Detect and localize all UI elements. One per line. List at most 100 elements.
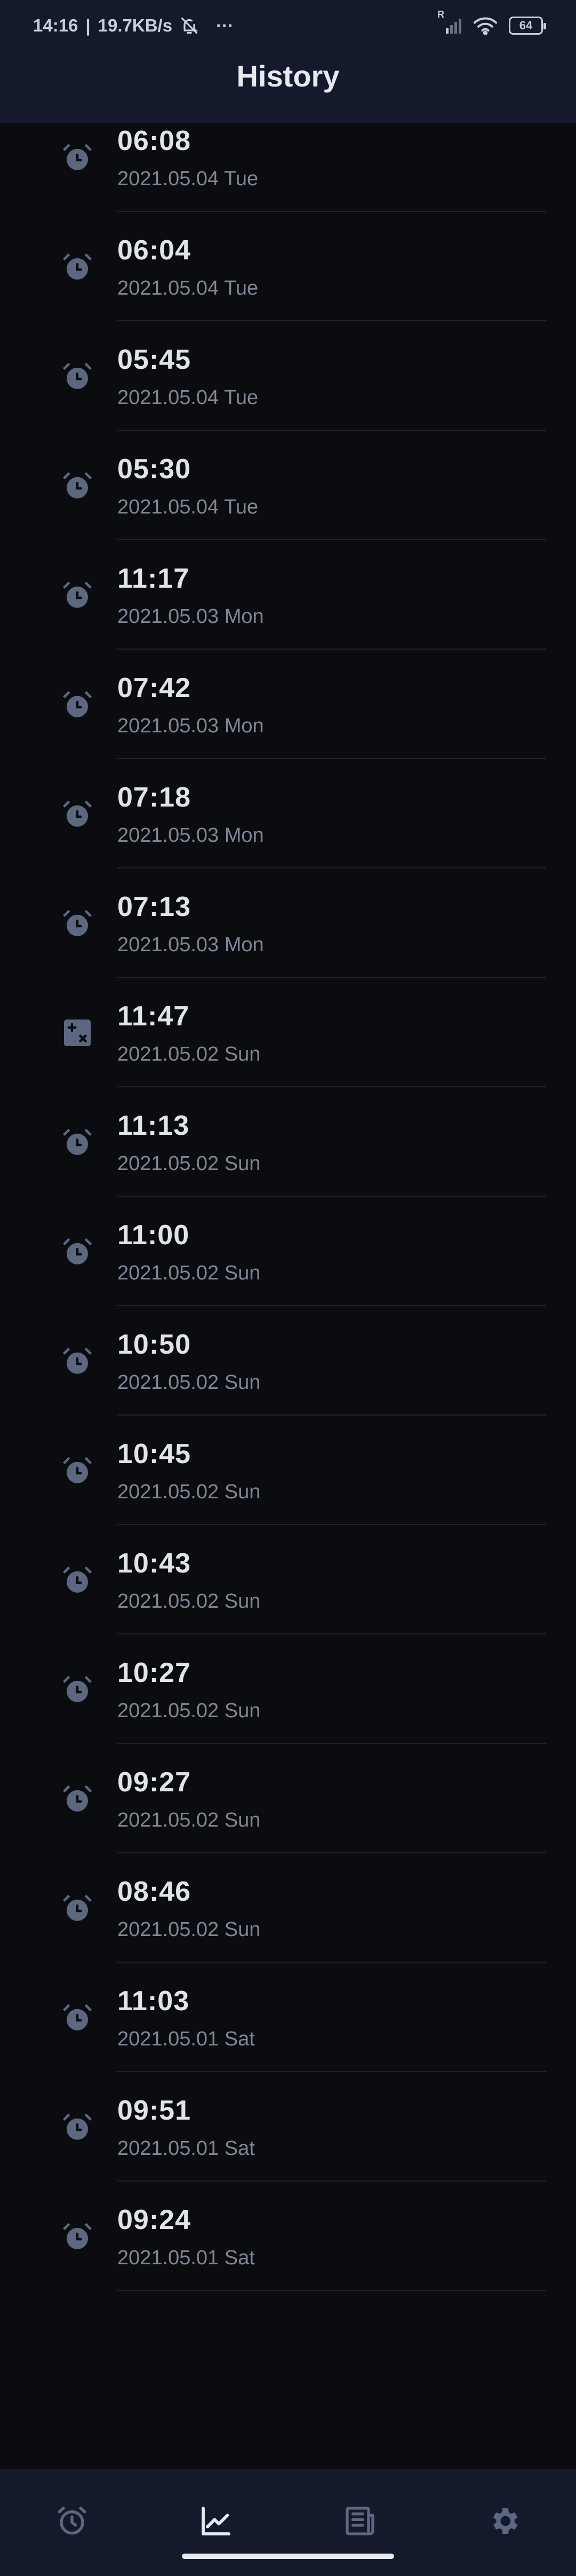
history-item[interactable]: 05:45 2021.05.04 Tue (0, 321, 576, 431)
history-item[interactable]: 08:46 2021.05.02 Sun (0, 1853, 576, 1963)
top-bar: 14:16 | 19.7KB/s ··· R 64 History (0, 0, 576, 123)
status-right: R 64 (437, 9, 546, 35)
battery-icon: 64 (509, 17, 546, 35)
history-item[interactable]: 09:27 2021.05.02 Sun (0, 1744, 576, 1853)
history-time: 10:43 (117, 1548, 191, 1579)
alarm-clock-icon (61, 1892, 93, 1924)
alarm-clock-icon (61, 360, 93, 392)
status-separator: | (85, 15, 91, 35)
history-item[interactable]: 10:27 2021.05.02 Sun (0, 1634, 576, 1744)
alarm-clock-icon (61, 251, 93, 283)
alarm-clock-icon (61, 1345, 93, 1377)
history-item[interactable]: 07:42 2021.05.03 Mon (0, 650, 576, 759)
alarm-clock-icon (55, 2504, 89, 2538)
history-date: 2021.05.02 Sun (117, 1262, 261, 1284)
history-time: 09:27 (117, 1767, 191, 1798)
alarm-clock-icon (61, 1673, 93, 1705)
history-date: 2021.05.02 Sun (117, 1481, 261, 1503)
alarm-clock-icon (61, 2221, 93, 2253)
history-item[interactable]: 10:45 2021.05.02 Sun (0, 1416, 576, 1525)
nav-alarm-button[interactable] (0, 2481, 144, 2561)
history-item[interactable]: 07:13 2021.05.03 Mon (0, 868, 576, 978)
history-time: 10:45 (117, 1439, 191, 1469)
trend-chart-icon (199, 2504, 233, 2538)
history-date: 2021.05.04 Tue (117, 168, 259, 190)
history-time: 07:42 (117, 673, 191, 704)
history-date: 2021.05.03 Mon (117, 605, 264, 628)
status-more: ··· (216, 15, 234, 35)
history-item[interactable]: 05:30 2021.05.04 Tue (0, 431, 576, 540)
history-time: 11:17 (117, 563, 190, 594)
history-date: 2021.05.02 Sun (117, 1152, 261, 1175)
alarm-clock-icon (61, 1783, 93, 1815)
page-title: History (236, 59, 340, 93)
history-time: 11:03 (117, 1986, 190, 2017)
alarm-clock-icon (61, 2111, 93, 2143)
history-date: 2021.05.02 Sun (117, 1700, 261, 1722)
history-time: 09:51 (117, 2095, 191, 2126)
alarm-clock-icon (61, 2002, 93, 2034)
status-left: 14:16 | 19.7KB/s ··· (33, 15, 234, 36)
alarm-clock-icon (61, 798, 93, 830)
math-calculator-icon (61, 1017, 93, 1049)
history-time: 05:30 (117, 454, 191, 485)
history-time: 05:45 (117, 344, 191, 375)
row-divider (117, 2290, 546, 2291)
alarm-clock-icon (61, 1126, 93, 1158)
history-date: 2021.05.02 Sun (117, 1043, 261, 1065)
alarm-clock-icon (61, 1564, 93, 1596)
nav-news-button[interactable] (288, 2481, 432, 2561)
history-item[interactable]: 11:00 2021.05.02 Sun (0, 1197, 576, 1306)
status-bar: 14:16 | 19.7KB/s ··· R 64 (0, 0, 576, 51)
alarm-clock-icon (61, 579, 93, 611)
history-time: 07:13 (117, 891, 191, 922)
mute-icon (180, 16, 199, 35)
alarm-clock-icon (61, 689, 93, 721)
history-time: 08:46 (117, 1876, 191, 1907)
history-item[interactable]: 10:43 2021.05.02 Sun (0, 1525, 576, 1634)
history-item[interactable]: 09:51 2021.05.01 Sat (0, 2072, 576, 2182)
history-date: 2021.05.04 Tue (117, 386, 259, 409)
history-time: 11:13 (117, 1110, 190, 1141)
gear-icon (487, 2504, 521, 2538)
history-item[interactable]: 10:50 2021.05.02 Sun (0, 1306, 576, 1416)
bottom-nav (0, 2469, 576, 2576)
history-date: 2021.05.03 Mon (117, 715, 264, 737)
history-date: 2021.05.01 Sat (117, 2247, 255, 2269)
history-item[interactable]: 09:24 2021.05.01 Sat (0, 2182, 576, 2291)
history-date: 2021.05.04 Tue (117, 277, 259, 299)
history-time: 10:50 (117, 1329, 191, 1360)
history-date: 2021.05.01 Sat (117, 2137, 255, 2160)
roaming-indicator: R (437, 9, 444, 20)
history-time: 11:47 (117, 1001, 190, 1032)
history-date: 2021.05.01 Sat (117, 2028, 255, 2050)
home-indicator[interactable] (182, 2554, 394, 2559)
history-date: 2021.05.02 Sun (117, 1590, 261, 1613)
history-time: 10:27 (117, 1657, 191, 1688)
history-date: 2021.05.03 Mon (117, 824, 264, 847)
history-item[interactable]: 06:04 2021.05.04 Tue (0, 212, 576, 321)
history-item[interactable]: 11:17 2021.05.03 Mon (0, 540, 576, 650)
history-time: 11:00 (117, 1220, 190, 1251)
history-date: 2021.05.04 Tue (117, 496, 259, 518)
history-item[interactable]: 11:13 2021.05.02 Sun (0, 1087, 576, 1197)
alarm-clock-icon (61, 1236, 93, 1268)
nav-history-button[interactable] (144, 2481, 288, 2561)
alarm-clock-icon (61, 907, 93, 939)
newspaper-icon (343, 2504, 377, 2538)
alarm-clock-icon (61, 141, 93, 173)
history-time: 07:18 (117, 782, 191, 813)
app-root: 14:16 | 19.7KB/s ··· R 64 History 06:08 … (0, 0, 576, 2576)
history-date: 2021.05.03 Mon (117, 934, 264, 956)
history-time: 06:08 (117, 125, 191, 156)
history-date: 2021.05.02 Sun (117, 1371, 261, 1394)
history-item[interactable]: 11:03 2021.05.01 Sat (0, 1963, 576, 2072)
nav-settings-button[interactable] (432, 2481, 576, 2561)
wifi-icon (474, 17, 497, 35)
history-item[interactable]: 07:18 2021.05.03 Mon (0, 759, 576, 868)
history-date: 2021.05.02 Sun (117, 1918, 261, 1941)
history-item[interactable]: 11:47 2021.05.02 Sun (0, 978, 576, 1087)
history-time: 09:24 (117, 2204, 191, 2235)
signal-icon: R (437, 9, 462, 35)
history-date: 2021.05.02 Sun (117, 1809, 261, 1831)
